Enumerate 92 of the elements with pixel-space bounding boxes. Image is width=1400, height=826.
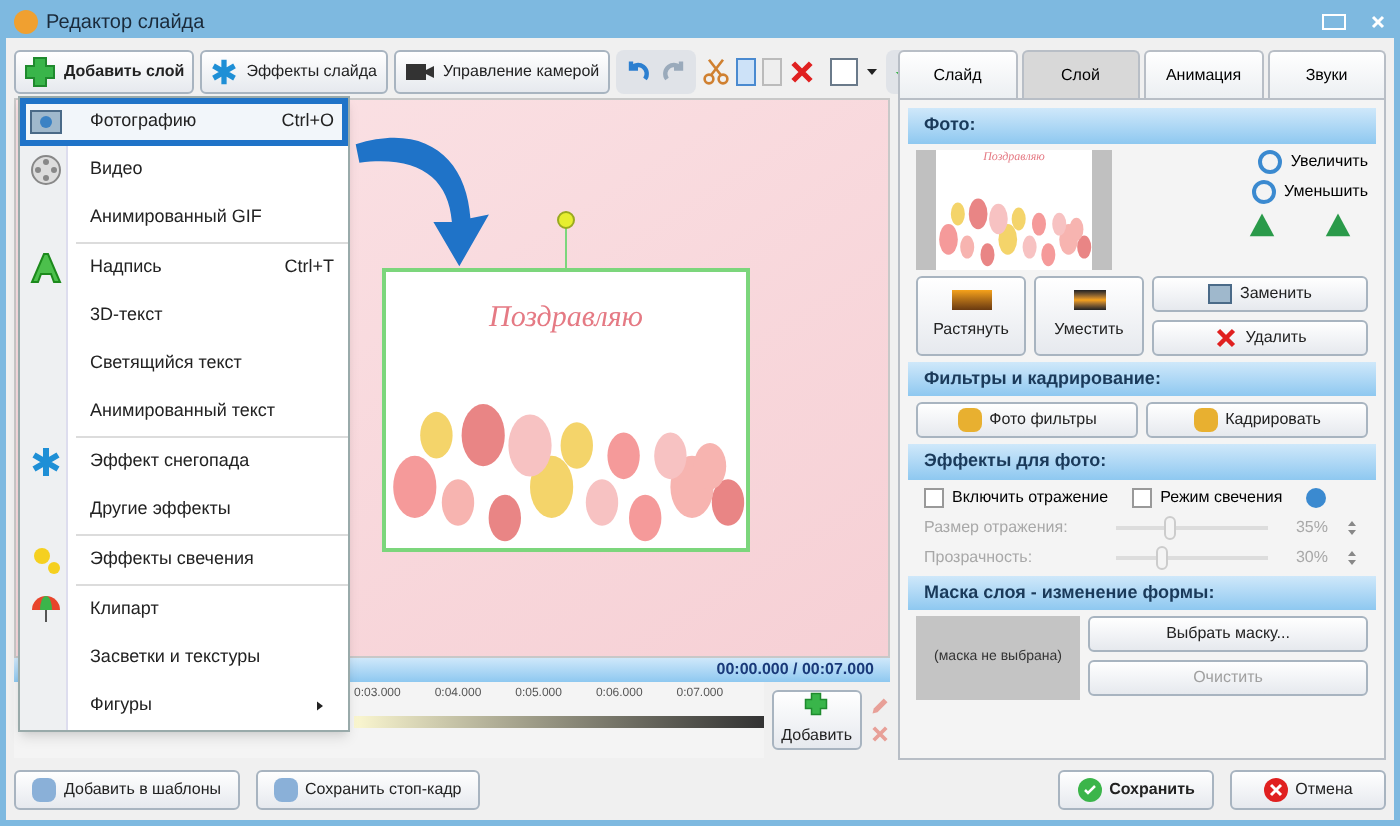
menu-item-label: Фотографию [90, 108, 199, 135]
menu-item[interactable]: Анимированный текст [20, 388, 348, 436]
plus-icon [24, 56, 56, 88]
menu-item[interactable]: Надпись Ctrl+T [20, 244, 348, 292]
menu-item[interactable]: Светящийся текст [20, 340, 348, 388]
slider-label: Размер отражения: [924, 515, 1070, 539]
letter-icon [30, 252, 62, 284]
filter-button[interactable]: Кадрировать [1146, 402, 1368, 438]
section-header: Маска слоя - изменение формы: [908, 575, 1376, 610]
section-header: Фото: [908, 108, 1376, 143]
slide-caption: Поздравляю [487, 300, 645, 338]
umbrella-icon [30, 594, 62, 626]
stretch-button[interactable]: Растянуть [916, 275, 1026, 355]
window-title: Редактор слайда [46, 9, 205, 37]
checkbox[interactable] [1132, 487, 1153, 507]
menu-item[interactable]: Фигуры [20, 682, 348, 730]
menu-item-label: 3D-текст [90, 302, 165, 329]
add-button[interactable]: Добавить [771, 690, 862, 750]
menu-item-label: Эффекты свечения [90, 546, 256, 573]
slider-label: Прозрачность: [924, 545, 1035, 569]
sunset-icon [1073, 289, 1105, 309]
caret-icon[interactable] [863, 64, 880, 80]
slider[interactable] [1116, 545, 1268, 569]
footer-button[interactable]: Добавить в шаблоны [14, 770, 240, 810]
spin-icon[interactable] [1344, 547, 1360, 567]
menu-item-label: Анимированный GIF [90, 204, 264, 231]
menu-item-label: Засветки и текстуры [90, 644, 263, 671]
fit-button[interactable]: Уместить [1034, 275, 1144, 355]
menu-item[interactable]: 3D-текст [20, 292, 348, 340]
choose-mask-button[interactable]: Выбрать маску... [1088, 616, 1368, 652]
maximize-icon[interactable] [1322, 14, 1346, 30]
plus-icon [802, 692, 831, 716]
sun-icon [30, 544, 62, 576]
footer-button[interactable]: Сохранить стоп-кадр [255, 770, 480, 810]
shortcut-label: Ctrl+T [284, 254, 334, 281]
menu-item[interactable]: Клипарт [20, 586, 348, 634]
menu-item[interactable]: Фотографию Ctrl+O [20, 98, 348, 146]
delete-icon[interactable] [787, 58, 816, 86]
replace-button[interactable]: Заменить [1152, 275, 1368, 311]
pencil-icon[interactable] [870, 696, 890, 716]
checkbox-label: Включить отражение [952, 485, 1109, 509]
menu-item[interactable]: Другие эффекты [20, 486, 348, 534]
undo-icon[interactable] [623, 58, 652, 86]
save-button[interactable]: Сохранить [1058, 770, 1214, 810]
menu-item[interactable]: Засветки и текстуры [20, 634, 348, 682]
sunset-icon [951, 289, 991, 309]
cancel-button[interactable]: Отмена [1230, 770, 1386, 810]
menu-item-label: Фигуры [90, 692, 155, 719]
menu-item-label: Анимированный текст [90, 398, 278, 425]
slider-value: 30% [1293, 545, 1328, 569]
menu-item-label: Эффект снегопада [90, 448, 252, 475]
rotate-handle[interactable] [556, 210, 576, 270]
camera-icon [403, 60, 435, 84]
toolbar-button[interactable]: Эффекты слайда [200, 50, 387, 94]
close-icon[interactable] [1370, 14, 1386, 30]
section-header: Фильтры и кадрирование: [908, 361, 1376, 396]
menu-item[interactable]: Анимированный GIF [20, 194, 348, 242]
spin-icon[interactable] [1344, 517, 1360, 537]
snowflake-icon [30, 446, 62, 478]
menu-item-label: Видео [90, 156, 145, 183]
menu-item[interactable]: Эффекты свечения [20, 536, 348, 584]
zoom-in-button[interactable]: Увеличить [1258, 149, 1368, 173]
delete-icon [1213, 325, 1238, 349]
menu-item-label: Клипарт [90, 596, 161, 623]
filter-button[interactable]: Фото фильтры [916, 402, 1138, 438]
tab[interactable]: Слой [1021, 50, 1140, 98]
tab[interactable]: Слайд [898, 50, 1017, 98]
delete-icon[interactable] [870, 724, 890, 744]
scissors-icon[interactable] [701, 58, 730, 86]
slider-value: 35% [1293, 515, 1328, 539]
menu-item-label: Надпись [90, 254, 164, 281]
snowflake-icon [210, 58, 239, 86]
photo-icon [1208, 283, 1233, 303]
toolbar-button[interactable]: Добавить слой [14, 50, 195, 94]
checkbox[interactable] [924, 487, 944, 507]
tab[interactable]: Анимация [1144, 50, 1263, 98]
zoom-out-button[interactable]: Уменьшить [1252, 179, 1368, 203]
menu-item[interactable]: Видео [20, 146, 348, 194]
time-display: 00:00.000 / 00:07.000 [716, 658, 874, 682]
section-header: Эффекты для фото: [908, 444, 1376, 479]
menu-item-label: Светящийся текст [90, 350, 244, 377]
slider[interactable] [1116, 515, 1268, 539]
toolbar-button[interactable]: Управление камерой [393, 50, 610, 94]
redo-icon[interactable] [659, 58, 688, 86]
menu-item[interactable]: Эффект снегопада [20, 438, 348, 486]
checkbox-label: Режим свечения [1160, 485, 1283, 509]
tab[interactable]: Звуки [1267, 50, 1386, 98]
photo-icon [30, 110, 62, 134]
film-reel-icon [30, 154, 62, 186]
delete-button[interactable]: Удалить [1152, 319, 1368, 355]
menu-item-label: Другие эффекты [90, 496, 233, 523]
shortcut-label: Ctrl+O [281, 108, 334, 135]
